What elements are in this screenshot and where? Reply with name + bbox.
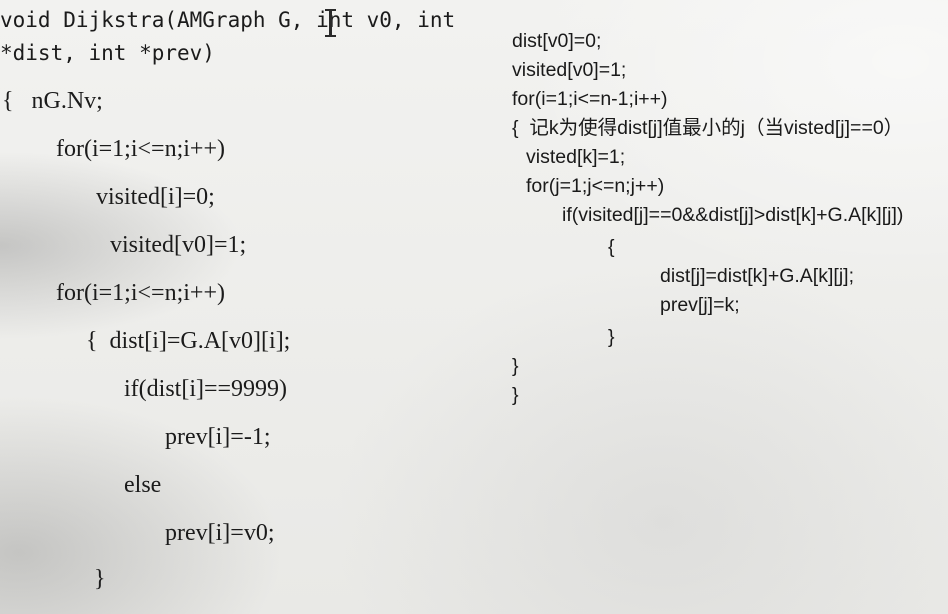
code-line-relax-if: if(visited[j]==0&&dist[j]>dist[k]+G.A[k]…	[562, 204, 904, 226]
code-line-dist-init: { dist[i]=G.A[v0][i];	[86, 328, 291, 354]
code-line-func-close: }	[512, 384, 519, 406]
code-line-signature: void Dijkstra(AMGraph G, int v0, int	[0, 8, 456, 32]
code-line-inner-close: }	[608, 326, 615, 348]
code-line-prev-neg: prev[i]=-1;	[165, 424, 271, 450]
code-line-loop-close: }	[512, 355, 519, 377]
code-line-for-visited: for(i=1;i<=n;i++)	[56, 136, 225, 162]
code-line-visited-v0: visited[v0]=1;	[110, 232, 247, 258]
code-line-else: else	[124, 472, 162, 498]
code-line-dist-v0: dist[v0]=0;	[512, 30, 602, 52]
code-line-visited-zero: visited[i]=0;	[96, 184, 215, 210]
code-line-update-prev: prev[j]=k;	[660, 294, 740, 316]
text-cursor-icon	[324, 9, 338, 37]
code-line-if-inf: if(dist[i]==9999)	[124, 376, 288, 402]
code-line-update-dist: dist[j]=dist[k]+G.A[k][j];	[660, 265, 854, 287]
code-line-for-dist: for(i=1;i<=n;i++)	[56, 280, 225, 306]
code-line-outer-for: for(i=1;i<=n-1;i++)	[512, 88, 668, 110]
code-line-open-brace: { nG.Nv;	[2, 88, 103, 114]
code-line-select-k: { 记k为使得dist[j]值最小的j（当visted[j]==0）	[512, 117, 904, 139]
code-line-mark-k: visted[k]=1;	[526, 146, 626, 168]
code-line-prev-v0: prev[i]=v0;	[165, 520, 275, 546]
dijkstra-init-code-block: void Dijkstra(AMGraph G, int v0, int *di…	[0, 0, 500, 614]
slide: void Dijkstra(AMGraph G, int v0, int *di…	[0, 0, 948, 614]
code-line-inner-open: {	[608, 236, 615, 258]
code-line-visited-v0: visited[v0]=1;	[512, 59, 627, 81]
code-line-inner-for: for(j=1;j<=n;j++)	[526, 175, 665, 197]
dijkstra-main-loop-code-block: dist[v0]=0; visited[v0]=1; for(i=1;i<=n-…	[512, 26, 948, 426]
code-line-params: *dist, int *prev)	[0, 41, 215, 65]
code-line-close-brace: }	[94, 566, 106, 592]
